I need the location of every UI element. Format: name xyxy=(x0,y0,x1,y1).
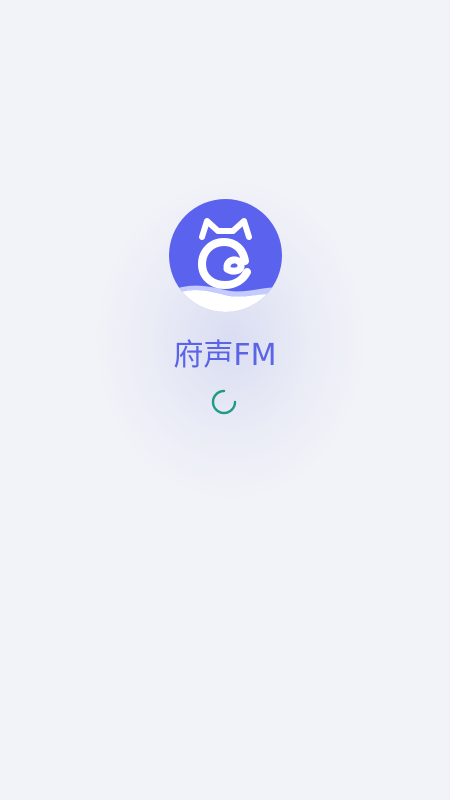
splash-screen: 府声FM xyxy=(0,0,450,800)
loading-spinner-icon xyxy=(211,389,237,415)
app-name: 府声FM xyxy=(173,338,277,373)
app-logo-icon xyxy=(169,199,282,312)
